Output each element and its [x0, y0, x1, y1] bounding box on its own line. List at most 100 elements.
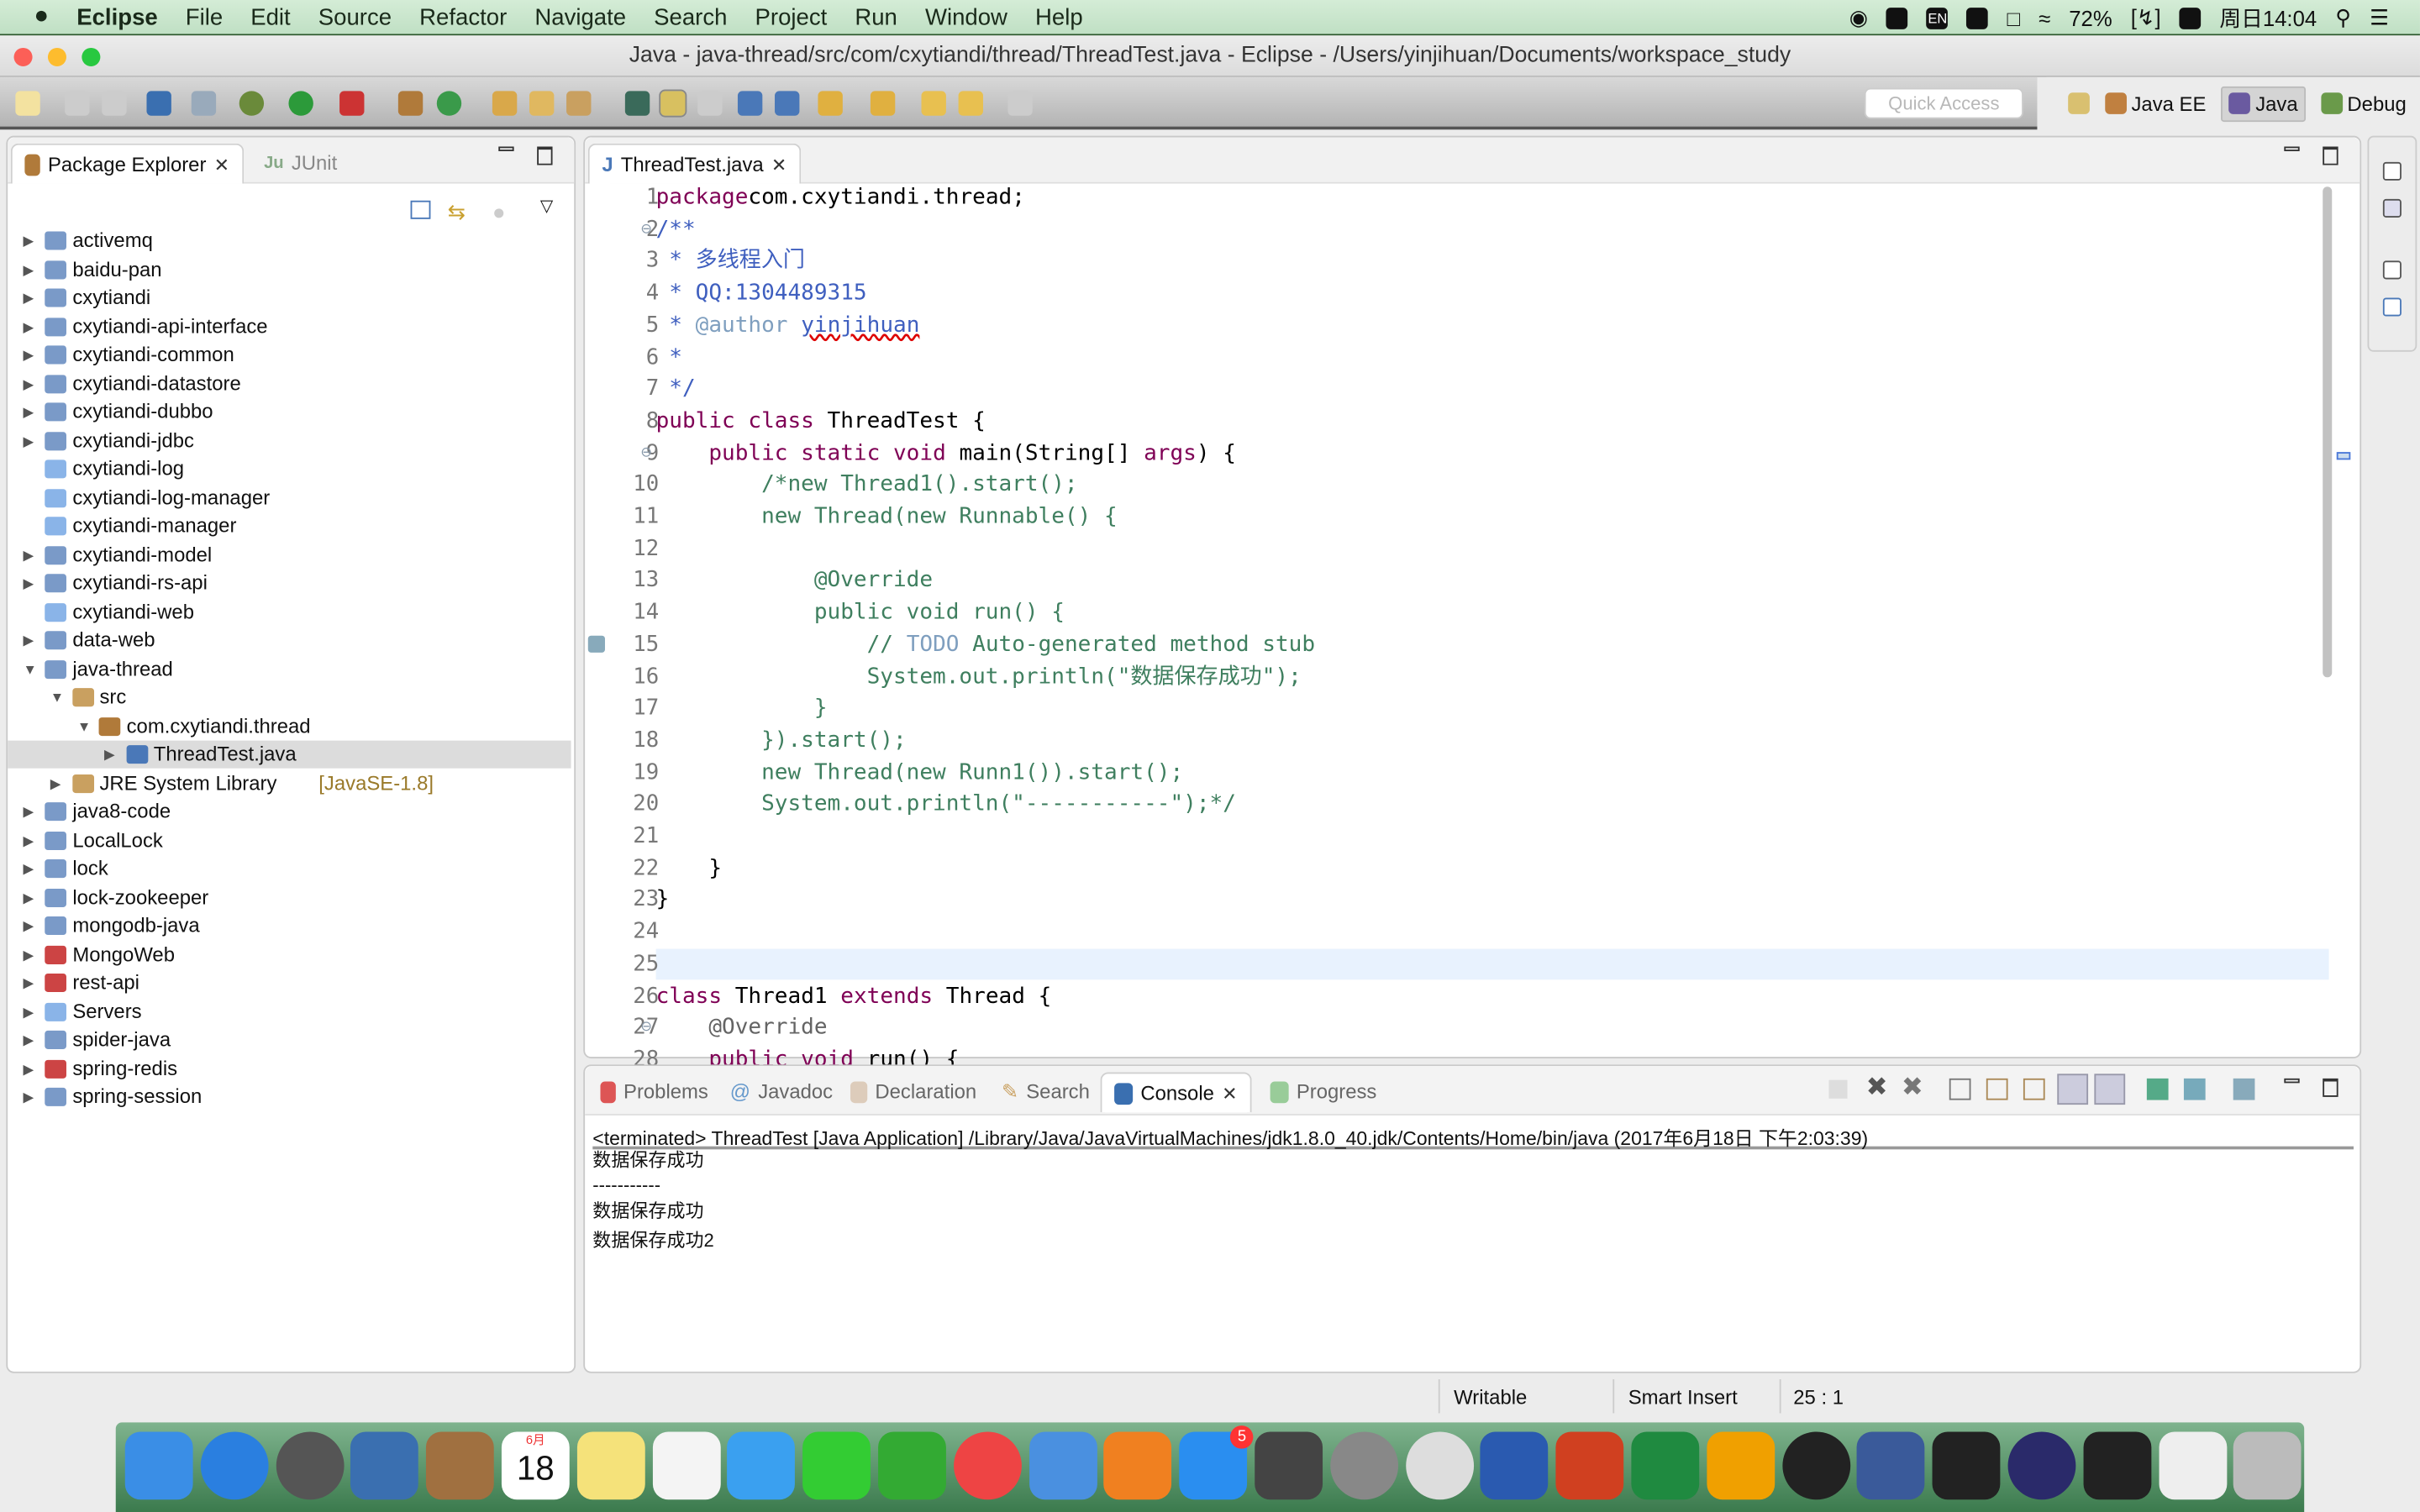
tab-problems[interactable]: Problems: [588, 1073, 721, 1113]
menu-navigate[interactable]: Navigate: [521, 4, 640, 30]
previous-annotation-icon[interactable]: [870, 91, 896, 116]
fold-toggle-icon[interactable]: ⊖: [640, 220, 652, 237]
tab-progress[interactable]: Progress: [1258, 1073, 1389, 1113]
expand-arrow-icon[interactable]: ▶: [24, 911, 34, 939]
expand-arrow-icon[interactable]: ▶: [24, 341, 34, 369]
fold-toggle-icon[interactable]: ⊖: [640, 444, 652, 460]
view-menu-icon[interactable]: ▽: [540, 196, 554, 216]
excel-icon[interactable]: [1631, 1431, 1700, 1500]
overview-marker[interactable]: [2336, 452, 2351, 460]
show-on-stderr-icon[interactable]: [2094, 1074, 2126, 1105]
tree-item-cxytiandi[interactable]: ▶ cxytiandi: [8, 284, 571, 312]
expand-arrow-icon[interactable]: ▶: [24, 284, 34, 312]
minimize-icon[interactable]: [2284, 146, 2300, 151]
annotation-icon[interactable]: [624, 91, 650, 116]
fold-toggle-icon[interactable]: ⊖: [640, 1019, 652, 1036]
zoom-window-button[interactable]: [82, 47, 101, 66]
expand-arrow-icon[interactable]: ▶: [24, 541, 34, 569]
terminal-icon[interactable]: [146, 91, 171, 116]
expand-arrow-icon[interactable]: ▶: [24, 940, 34, 968]
tree-item-cxytiandi-api-interface[interactable]: ▶ cxytiandi-api-interface: [8, 312, 571, 340]
tree-item-spring-redis[interactable]: ▶ spring-redis: [8, 1054, 571, 1082]
tab-search[interactable]: ✎ Search: [989, 1073, 1102, 1113]
run-icon[interactable]: [288, 91, 313, 116]
remove-all-launches-icon[interactable]: ✖: [1902, 1073, 1923, 1104]
word-icon[interactable]: [1481, 1431, 1549, 1500]
spotlight-icon[interactable]: ⚲: [2335, 5, 2351, 31]
tab-package-explorer[interactable]: Package Explorer ✕: [10, 143, 244, 184]
tree-item-com-cxytiandi-thread[interactable]: ▼ com.cxytiandi.thread: [8, 712, 571, 740]
external-tools-icon[interactable]: [339, 91, 365, 116]
documents-icon[interactable]: [2158, 1431, 2227, 1500]
outline-icon[interactable]: [2382, 198, 2402, 218]
expand-arrow-icon[interactable]: ▶: [24, 427, 34, 454]
tree-item-cxytiandi-web[interactable]: cxytiandi-web: [8, 598, 571, 626]
messages-icon[interactable]: [727, 1431, 796, 1500]
maximize-icon[interactable]: [2323, 1078, 2338, 1097]
expand-arrow-icon[interactable]: ▶: [24, 312, 34, 340]
sublime-icon[interactable]: [1255, 1431, 1323, 1500]
debug-icon[interactable]: [239, 91, 265, 116]
mark-occurrences-icon[interactable]: [659, 89, 687, 118]
input-source-icon[interactable]: EN: [1926, 7, 1949, 29]
tab-junit[interactable]: Ju JUnit: [251, 144, 350, 184]
tab-declaration[interactable]: Declaration: [838, 1073, 989, 1113]
keynote-icon[interactable]: [1028, 1431, 1097, 1500]
expand-arrow-icon[interactable]: ▶: [24, 884, 34, 911]
ibooks-icon[interactable]: [1103, 1431, 1172, 1500]
notification-center-icon[interactable]: ☰: [2370, 5, 2389, 31]
open-console-icon[interactable]: [2233, 1078, 2255, 1100]
safari-icon[interactable]: [200, 1431, 269, 1500]
tree-item-threadtest-java[interactable]: ▶ ThreadTest.java: [8, 740, 571, 769]
new-class-icon[interactable]: [436, 91, 462, 116]
editor-scrollbar[interactable]: [2323, 186, 2333, 678]
outlook-icon[interactable]: [1707, 1431, 1775, 1500]
launchpad-icon[interactable]: [276, 1431, 344, 1500]
reminders-icon[interactable]: [652, 1431, 720, 1500]
terminal-icon[interactable]: [1932, 1431, 2001, 1500]
menu-search[interactable]: Search: [640, 4, 741, 30]
menu-window[interactable]: Window: [911, 4, 1021, 30]
open-type-icon[interactable]: [492, 91, 518, 116]
menu-refactor[interactable]: Refactor: [406, 4, 521, 30]
quick-access-input[interactable]: Quick Access: [1864, 87, 2023, 119]
word-wrap-icon[interactable]: [2023, 1078, 2045, 1100]
notes-icon[interactable]: [576, 1431, 645, 1500]
scroll-lock-icon[interactable]: [1986, 1078, 2008, 1100]
expand-arrow-icon[interactable]: ▶: [24, 227, 34, 255]
tree-item-cxytiandi-model[interactable]: ▶ cxytiandi-model: [8, 541, 571, 569]
collapse-all-icon[interactable]: [410, 200, 431, 219]
tree-item-locallock[interactable]: ▶ LocalLock: [8, 827, 571, 854]
powerpoint-icon[interactable]: [1555, 1431, 1624, 1500]
numbers-icon[interactable]: [878, 1431, 946, 1500]
finder-icon[interactable]: [124, 1431, 193, 1500]
menu-app[interactable]: Eclipse: [63, 4, 172, 30]
tree-item-servers[interactable]: ▶ Servers: [8, 997, 571, 1025]
word-wrap-icon[interactable]: [737, 91, 763, 116]
close-icon[interactable]: ✕: [771, 144, 786, 185]
qq-icon[interactable]: [1781, 1431, 1850, 1500]
tree-item-activemq[interactable]: ▶ activemq: [8, 227, 571, 255]
expand-arrow-icon[interactable]: ▶: [104, 741, 115, 769]
tree-item-cxytiandi-manager[interactable]: cxytiandi-manager: [8, 512, 571, 540]
tree-item-jre-system-library[interactable]: ▶ JRE System Library [JavaSE-1.8]: [8, 769, 571, 797]
tree-item-mongoweb[interactable]: ▶ MongoWeb: [8, 940, 571, 968]
tree-item-cxytiandi-datastore[interactable]: ▶ cxytiandi-datastore: [8, 370, 571, 397]
perspective-java-ee[interactable]: Java EE: [2099, 87, 2212, 120]
skip-breakpoints-icon[interactable]: [191, 91, 217, 116]
clear-console-icon[interactable]: [1949, 1078, 1971, 1100]
tree-item-rest-api[interactable]: ▶ rest-api: [8, 969, 571, 996]
close-icon[interactable]: ✕: [1222, 1073, 1237, 1113]
expand-arrow-icon[interactable]: ▼: [77, 712, 91, 740]
chrome-icon[interactable]: [1405, 1431, 1474, 1500]
tree-item-cxytiandi-log[interactable]: cxytiandi-log: [8, 455, 571, 483]
tree-item-cxytiandi-rs-api[interactable]: ▶ cxytiandi-rs-api: [8, 570, 571, 597]
terminate-icon[interactable]: [1828, 1079, 1848, 1099]
focus-icon[interactable]: ●: [492, 199, 506, 223]
open-task-icon[interactable]: [529, 91, 555, 116]
tree-item-spring-session[interactable]: ▶ spring-session: [8, 1083, 571, 1110]
tree-item-data-web[interactable]: ▶ data-web: [8, 627, 571, 654]
apple-icon[interactable]: ●: [0, 3, 63, 31]
expand-arrow-icon[interactable]: ▶: [24, 969, 34, 996]
expand-arrow-icon[interactable]: ▶: [24, 827, 34, 854]
